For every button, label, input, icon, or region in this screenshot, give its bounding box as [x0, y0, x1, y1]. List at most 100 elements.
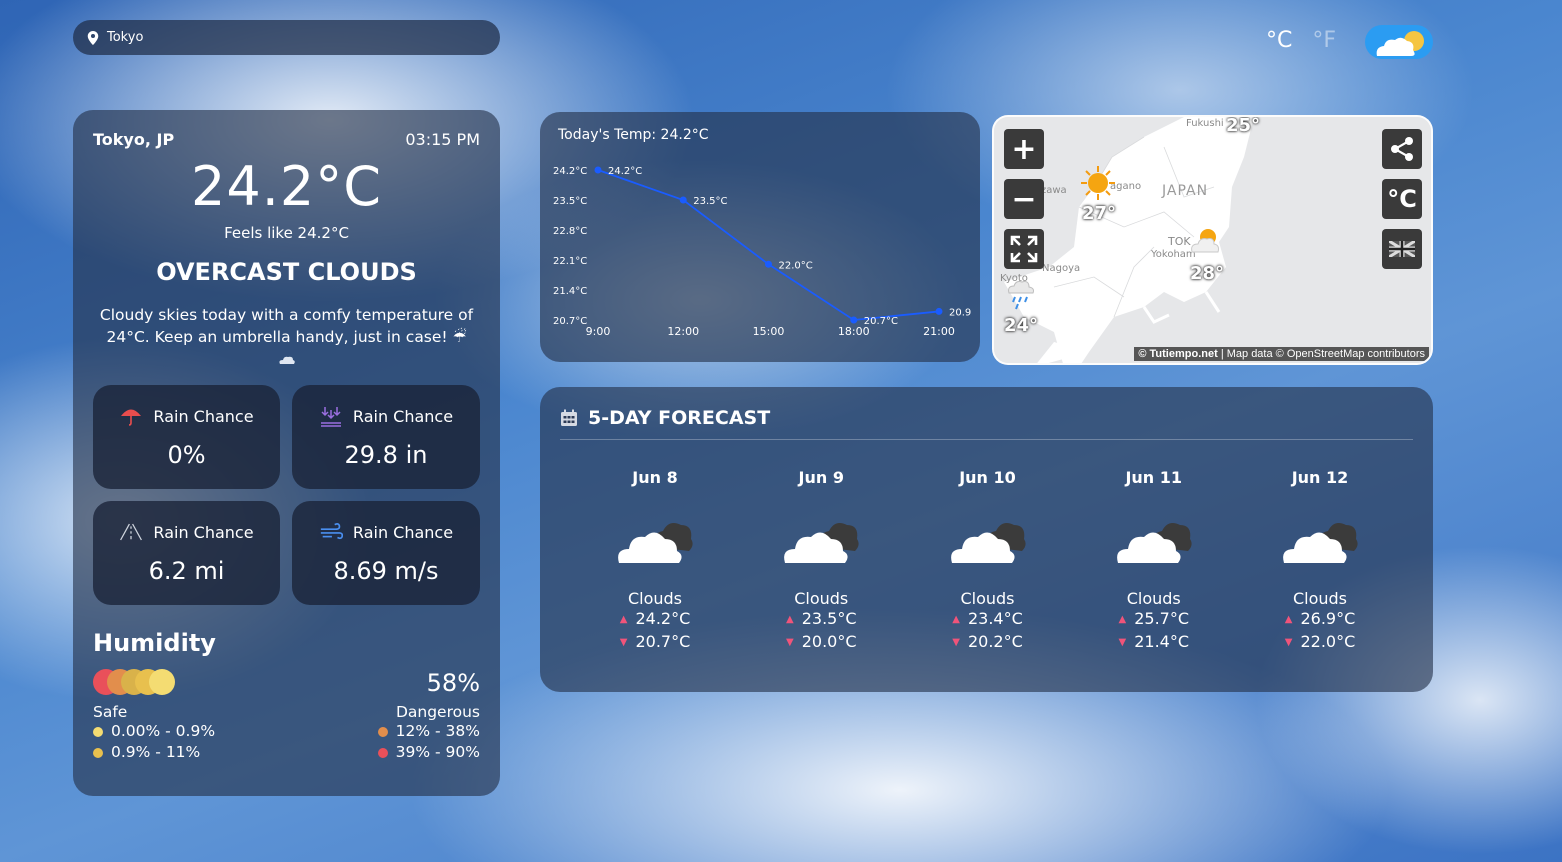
forecast-condition: Clouds — [1292, 589, 1348, 608]
rain-icon — [1008, 281, 1034, 310]
data-label: 20.9 — [949, 307, 971, 318]
arrow-up-icon: ▲ — [786, 614, 794, 625]
arrow-up-icon: ▲ — [619, 614, 628, 625]
forecast-days: Jun 8 Clouds ▲ 24.2°C ▼ 20.7°C Jun 9 Clouds ▲ 23.… — [560, 468, 1413, 654]
arrow-down-icon: ▼ — [952, 637, 960, 648]
celsius-button[interactable]: °C — [1266, 28, 1292, 53]
stat-rain-chance: Rain Chance 0% — [93, 385, 280, 489]
y-tick-label: 22.1°C — [553, 256, 587, 267]
data-point[interactable] — [935, 307, 943, 315]
arrow-up-icon: ▲ — [1284, 614, 1293, 625]
arrow-down-icon: ▼ — [1284, 637, 1293, 648]
humidity-section: Safe 0.00% - 0.9% 0.9% - 11% 58% Dangero… — [93, 669, 480, 763]
wind-icon — [320, 523, 343, 540]
road-icon — [120, 523, 143, 541]
stat-value: 8.69 m/s — [333, 557, 439, 585]
clouds-icon — [1116, 523, 1192, 563]
stat-label: Rain Chance — [352, 522, 454, 542]
sun-cloud-icon — [1376, 31, 1424, 56]
current-city: Tokyo, JP — [93, 130, 175, 149]
map-temp-nagano: 27° — [1082, 203, 1117, 224]
forecast-condition: Clouds — [1126, 589, 1181, 608]
calendar-icon — [561, 409, 577, 426]
y-tick-label: 22.8°C — [553, 226, 587, 237]
fullscreen-button[interactable] — [1004, 229, 1044, 269]
stat-pressure: Rain Chance 29.8 in — [292, 385, 480, 489]
share-button[interactable] — [1382, 129, 1422, 169]
stat-wind: Rain Chance 8.69 m/s — [292, 501, 480, 605]
forecast-low: ▼ 20.0°C — [786, 632, 857, 651]
map-temp-tokyo: 28° — [1190, 263, 1225, 284]
pressure-icon — [320, 407, 341, 427]
umbrella-icon — [121, 409, 142, 426]
stat-visibility: Rain Chance 6.2 mi — [93, 501, 280, 605]
forecast-date: Jun 10 — [959, 468, 1016, 487]
safe-label: Safe — [93, 703, 128, 721]
y-tick-label: 24.2°C — [553, 166, 587, 177]
map-attribution[interactable]: © Tutiempo.net | Map data © OpenStreetMa… — [1134, 347, 1429, 361]
safe-range-1: 0.00% - 0.9% — [93, 721, 215, 742]
forecast-day: Jun 8 Clouds ▲ 24.2°C ▼ 20.7°C — [590, 468, 720, 654]
fahrenheit-button[interactable]: °F — [1312, 28, 1336, 53]
forecast-high: ▲ 24.2°C — [619, 609, 691, 628]
humidity-scale-dots — [93, 669, 183, 695]
map-unit-button[interactable]: °C — [1382, 179, 1422, 219]
x-tick-label: 21:00 — [923, 325, 955, 338]
data-label: 24.2°C — [608, 166, 642, 177]
zoom-out-button[interactable]: − — [1004, 179, 1044, 219]
stats-grid: Rain Chance 0% Rain Chance 29.8 in Rain … — [93, 385, 480, 605]
stat-value: 29.8 in — [344, 441, 428, 469]
language-flag-button[interactable] — [1382, 229, 1422, 269]
data-point[interactable] — [679, 196, 687, 204]
y-tick-label: 20.7°C — [553, 316, 587, 327]
data-point[interactable] — [850, 316, 858, 324]
forecast-date: Jun 8 — [632, 468, 678, 487]
clouds-icon — [784, 523, 859, 563]
arrow-down-icon: ▼ — [619, 637, 628, 648]
forecast-date: Jun 12 — [1291, 468, 1349, 487]
arrow-down-icon: ▼ — [786, 637, 794, 648]
location-pin-icon — [87, 30, 99, 45]
danger-range-1: 12% - 38% — [377, 721, 480, 742]
map-label-japan: JAPAN — [1162, 183, 1209, 199]
clouds-icon — [1283, 523, 1358, 563]
humidity-value: 58% — [426, 669, 480, 697]
partly-cloudy-icon — [1191, 229, 1219, 253]
dangerous-label: Dangerous — [395, 703, 480, 721]
zoom-in-button[interactable]: + — [1004, 129, 1044, 169]
x-tick-label: 12:00 — [667, 325, 699, 338]
location-search-value: Tokyo — [107, 30, 144, 45]
forecast-high: ▲ 25.7°C — [1118, 609, 1190, 628]
five-day-forecast-card: 5-DAY FORECAST Jun 8 Clouds ▲ 24.2°C ▼ 20.7°C… — [540, 387, 1433, 692]
forecast-day: Jun 12 Clouds ▲ 26.9°C ▼ 22.0°C — [1255, 468, 1385, 654]
forecast-date: Jun 11 — [1125, 468, 1183, 487]
data-label: 22.0°C — [779, 260, 813, 271]
unit-switch: °C °F — [1266, 28, 1336, 53]
forecast-condition: Clouds — [627, 589, 683, 608]
theme-toggle[interactable] — [1365, 25, 1433, 59]
arrow-down-icon: ▼ — [1118, 637, 1127, 648]
forecast-condition: Clouds — [794, 589, 849, 608]
location-search-bar[interactable]: Tokyo — [73, 20, 500, 55]
arrow-up-icon: ▲ — [952, 614, 960, 625]
map-label-nagoya: Nagoya — [1042, 263, 1081, 274]
feels-like: Feels like 24.2°C — [224, 224, 349, 242]
map-temp-kyoto: 24° — [1004, 315, 1039, 336]
forecast-high: ▲ 23.4°C — [952, 609, 1023, 628]
share-icon — [1391, 137, 1413, 161]
weather-map[interactable]: Fukushi JAPAN Kanazawa agano Nagoya Kyot… — [992, 115, 1433, 365]
today-temp-chart-card: Today's Temp: 24.2°C 24.2°C 23.5°C 22.8°C 2… — [540, 112, 980, 362]
uk-flag-icon — [1389, 241, 1415, 257]
x-tick-label: 15:00 — [753, 325, 785, 338]
fullscreen-icon — [1010, 235, 1038, 263]
temperature-series-line — [597, 169, 940, 321]
data-point[interactable] — [594, 166, 602, 174]
clouds-icon — [618, 523, 693, 563]
data-point[interactable] — [765, 260, 772, 268]
forecast-day: Jun 10 Clouds ▲ 23.4°C ▼ 20.2°C — [923, 468, 1053, 654]
arrow-up-icon: ▲ — [1118, 614, 1127, 625]
y-tick-label: 23.5°C — [553, 196, 587, 207]
current-temperature: 24.2°C — [191, 155, 382, 218]
forecast-day: Jun 9 Clouds ▲ 23.5°C ▼ 20.0°C — [756, 468, 886, 654]
temperature-line-chart: 24.2°C23.5°C22.8°C22.1°C21.4°C20.7°C9:00… — [553, 166, 971, 338]
